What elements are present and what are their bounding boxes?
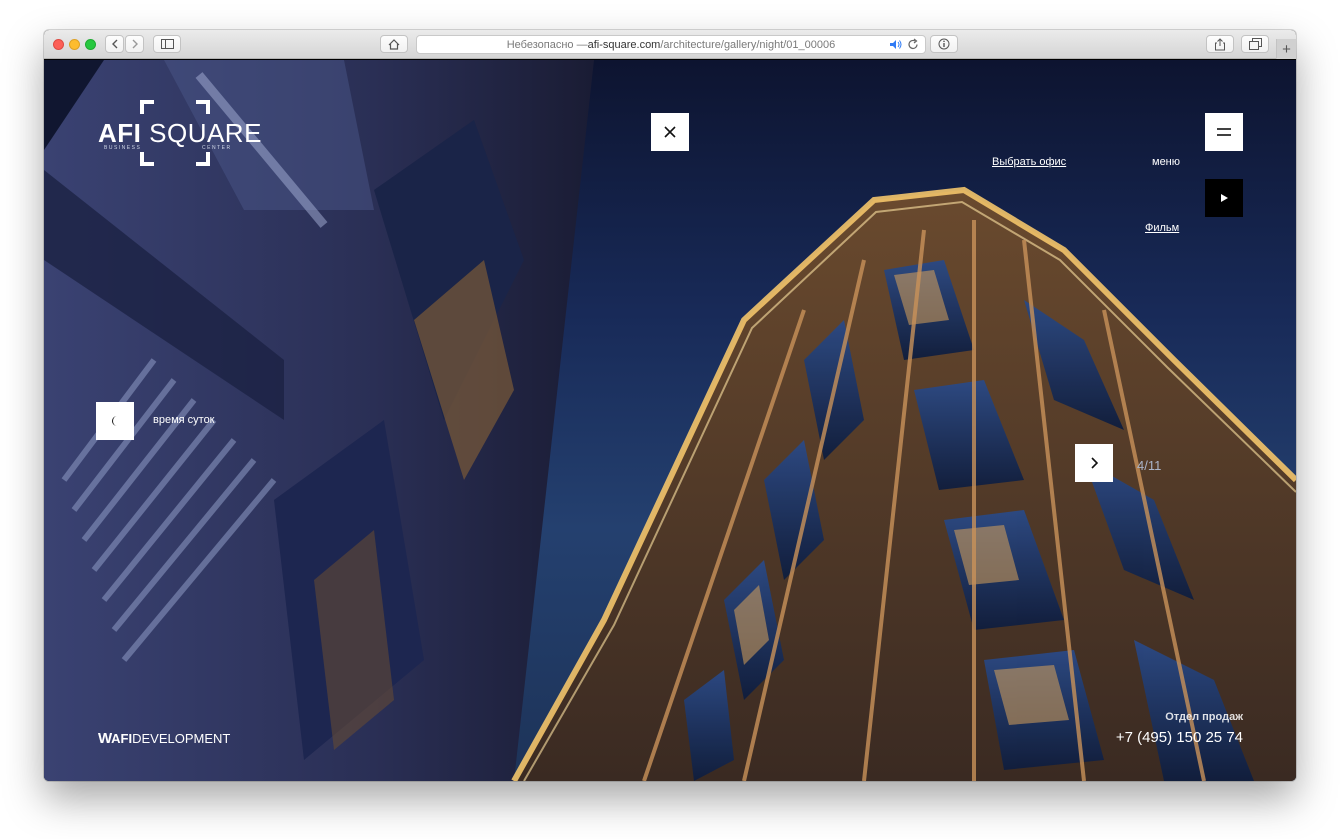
close-icon [664, 126, 676, 138]
choose-office-link[interactable]: Выбрать офис [992, 156, 1066, 168]
dev-logo-bold: AFI [111, 731, 133, 746]
share-icon [1215, 37, 1225, 50]
url-path: /architecture/gallery/night/01_00006 [660, 38, 836, 51]
logo-light-text: SQUARE [149, 118, 262, 148]
sales-phone[interactable]: +7 (495) 150 25 74 [1116, 729, 1243, 746]
logo-bold-text: AFI [98, 118, 142, 148]
browser-window: Небезопасно — afi-square.com/architectur… [44, 30, 1296, 781]
reader-info-button[interactable] [930, 35, 958, 53]
url-host: afi-square.com [587, 38, 661, 51]
logo-sub-right: CENTER [202, 145, 232, 151]
chevron-left-icon [111, 39, 117, 49]
sidebar-icon [160, 39, 174, 49]
next-slide-button[interactable] [1075, 444, 1113, 482]
share-button[interactable] [1206, 35, 1234, 53]
play-film-button[interactable] [1205, 179, 1243, 217]
sidebar-button[interactable] [153, 35, 181, 53]
time-of-day-button[interactable] [96, 402, 134, 440]
home-icon [388, 38, 400, 50]
back-button[interactable] [105, 35, 124, 53]
afi-w-icon: W [98, 730, 112, 747]
night-building-photo [44, 60, 1296, 781]
home-button[interactable] [380, 35, 408, 53]
browser-toolbar: Небезопасно — afi-square.com/architectur… [44, 30, 1296, 59]
plus-icon: + [1282, 40, 1291, 58]
close-gallery-button[interactable] [651, 113, 689, 151]
page-content: AFI SQUARE BUSINESS CENTER Выбрать офис … [44, 60, 1296, 781]
new-tab-button[interactable]: + [1276, 39, 1296, 59]
afi-development-logo[interactable]: W AFI DEVELOPMENT [98, 730, 230, 747]
info-icon [938, 38, 950, 50]
reload-icon[interactable] [907, 38, 919, 51]
url-security-text: Небезопасно — [506, 38, 588, 51]
menu-button[interactable] [1205, 113, 1243, 151]
chevron-right-icon [132, 39, 138, 49]
tabs-overview-button[interactable] [1241, 35, 1269, 53]
forward-button[interactable] [125, 35, 144, 53]
close-window-button[interactable] [53, 39, 64, 50]
zoom-window-button[interactable] [85, 39, 96, 50]
hamburger-icon [1217, 128, 1231, 136]
menu-label[interactable]: меню [1152, 156, 1180, 168]
logo-sub-left: BUSINESS [104, 145, 142, 151]
gallery-counter: 4/11 [1137, 458, 1162, 473]
dev-logo-light: DEVELOPMENT [132, 731, 231, 746]
sales-title: Отдел продаж [1165, 711, 1243, 723]
chevron-right-icon [1091, 457, 1098, 469]
address-bar[interactable]: Небезопасно — afi-square.com/architectur… [416, 35, 926, 54]
play-icon [1221, 194, 1228, 202]
minimize-window-button[interactable] [69, 39, 80, 50]
afi-square-logo[interactable]: AFI SQUARE BUSINESS CENTER [98, 100, 261, 166]
time-of-day-label: время суток [153, 414, 215, 426]
film-link[interactable]: Фильм [1145, 222, 1179, 234]
tabs-icon [1248, 38, 1262, 50]
moon-icon [112, 416, 117, 426]
speaker-icon[interactable] [889, 38, 903, 51]
